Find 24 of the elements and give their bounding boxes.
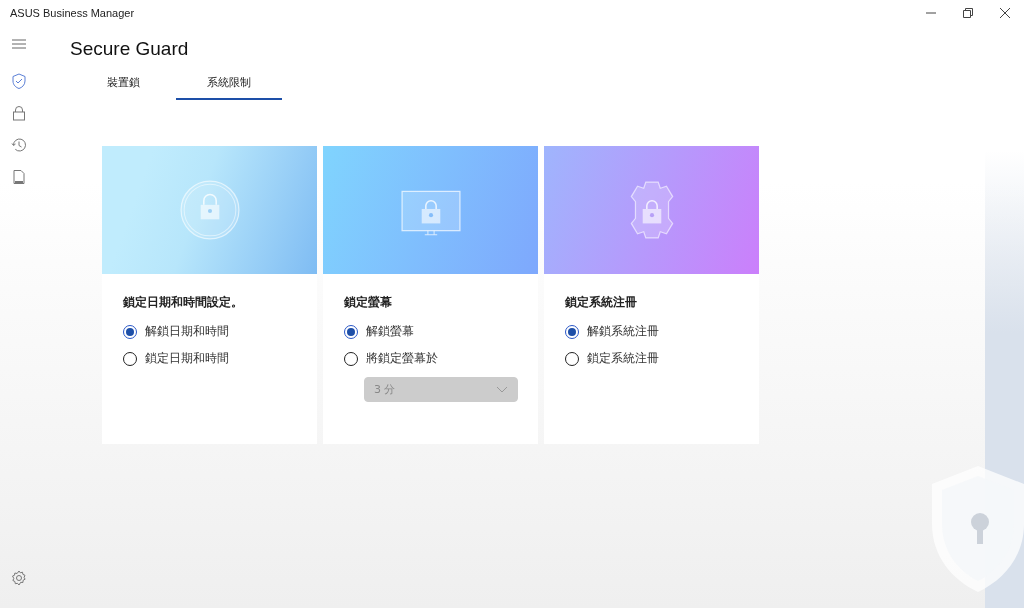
tab[interactable]: 裝置鎖	[70, 72, 176, 100]
padlock-circle-drawing	[179, 180, 240, 240]
option-label[interactable]: 解鎖螢幕	[366, 323, 414, 340]
option-label[interactable]: 鎖定日期和時間	[145, 350, 229, 367]
option-label[interactable]: 鎖定系統注冊	[587, 350, 659, 367]
padlock-icon[interactable]	[11, 105, 27, 121]
card-title: 鎖定日期和時間設定。	[123, 294, 244, 311]
page-title: Secure Guard	[70, 38, 190, 60]
shield-check-icon[interactable]	[11, 73, 27, 89]
card-title: 鎖定螢幕	[344, 294, 393, 311]
option-label[interactable]: 將鎖定螢幕於	[366, 350, 438, 367]
gear-padlock-drawing	[630, 181, 673, 239]
option-label[interactable]: 解鎖日期和時間	[145, 323, 229, 340]
document-icon[interactable]	[11, 169, 27, 185]
close-icon[interactable]	[999, 7, 1011, 19]
chevron-down-icon	[496, 385, 508, 394]
history-icon[interactable]	[11, 137, 27, 153]
settings-icon[interactable]	[11, 570, 27, 586]
monitor-padlock-drawing	[400, 190, 461, 236]
restore-icon[interactable]	[962, 7, 974, 19]
tab[interactable]: 系統限制	[176, 72, 282, 100]
window-title: ASUS Business Manager	[10, 7, 135, 19]
option-label[interactable]: 解鎖系統注冊	[587, 323, 659, 340]
card-title: 鎖定系統注冊	[565, 294, 638, 311]
